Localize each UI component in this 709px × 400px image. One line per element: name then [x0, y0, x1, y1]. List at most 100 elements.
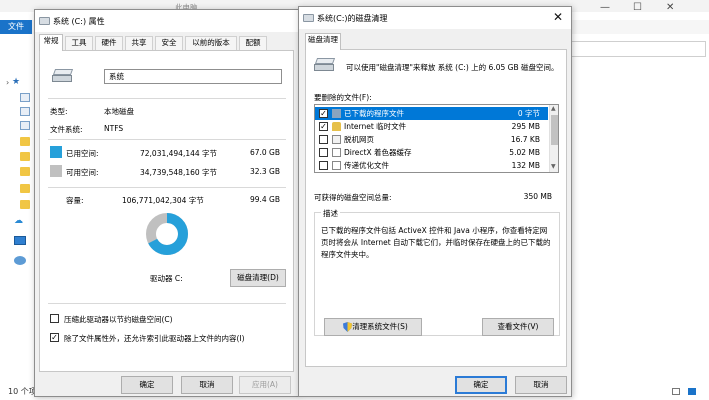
list-item[interactable]: ✓ 已下载的程序文件 0 字节 [315, 107, 548, 120]
cleanup-title: 系统(C:)的磁盘清理 [317, 14, 388, 23]
tab-disk-cleanup[interactable]: 磁盘清理 [305, 33, 341, 50]
view-files-button[interactable]: 查看文件(V) [482, 318, 554, 336]
details-view-icon[interactable] [672, 388, 680, 395]
used-space-swatch [50, 146, 62, 158]
tab-security[interactable]: 安全 [155, 36, 183, 50]
scroll-up-icon[interactable]: ▲ [551, 105, 556, 112]
cleanup-intro: 可以使用"磁盘清理"来释放 系统 (C:) 上的 6.05 GB 磁盘空间。 [346, 63, 559, 72]
network-icon[interactable] [14, 256, 26, 265]
index-checkbox[interactable]: ✓ [50, 333, 59, 342]
download-icon[interactable] [20, 107, 30, 116]
document-icon[interactable] [20, 121, 30, 130]
total-space-label: 可获得的磁盘空间总量: [314, 193, 392, 202]
navigation-pane: › ★ ☁ [0, 60, 38, 380]
description-legend: 描述 [321, 208, 340, 219]
used-space-bytes: 72,031,494,144 字节 [140, 149, 218, 158]
tab-hardware[interactable]: 硬件 [95, 36, 123, 50]
large-icons-view-icon[interactable] [688, 388, 696, 395]
folder-icon[interactable] [20, 152, 30, 161]
properties-titlebar[interactable]: 系统 (C:) 属性 [35, 10, 298, 32]
close-icon[interactable]: ✕ [666, 2, 674, 13]
list-item[interactable]: ✓ Internet 临时文件 295 MB [315, 120, 548, 133]
close-icon[interactable]: ✕ [553, 10, 563, 24]
divider [48, 187, 286, 188]
file-icon [332, 148, 341, 157]
file-size: 5.02 MB [509, 148, 540, 157]
file-checkbox[interactable]: ✓ [319, 122, 328, 131]
hard-drive-icon [314, 58, 336, 72]
file-checkbox[interactable] [319, 148, 328, 157]
ok-button[interactable]: 确定 [121, 376, 173, 394]
tab-previous-versions[interactable]: 以前的版本 [185, 36, 237, 50]
free-space-swatch [50, 165, 62, 177]
file-checkbox[interactable] [319, 161, 328, 170]
scrollbar-thumb[interactable] [551, 115, 558, 145]
this-pc-icon[interactable] [14, 236, 26, 245]
tab-tools[interactable]: 工具 [65, 36, 93, 50]
file-size: 0 字节 [517, 109, 540, 118]
clean-system-files-button[interactable]: 清理系统文件(S) [324, 318, 422, 336]
divider [48, 139, 286, 140]
properties-title: 系统 (C:) 属性 [53, 17, 105, 26]
folder-icon[interactable] [20, 167, 30, 176]
file-size: 295 MB [511, 122, 540, 131]
index-label[interactable]: 除了文件属性外，还允许索引此驱动器上文件的内容(I) [64, 333, 245, 344]
general-tab-panel: 系统 类型: 本地磁盘 文件系统: NTFS 已用空间: 72,031,494,… [39, 50, 294, 372]
file-menu-tab[interactable]: 文件 [0, 20, 32, 34]
hard-drive-icon [52, 69, 74, 83]
cleanup-titlebar[interactable]: 系统(C:)的磁盘清理 ✕ [299, 7, 571, 29]
tab-quota[interactable]: 配额 [239, 36, 267, 50]
file-size: 132 MB [511, 161, 540, 170]
tab-sharing[interactable]: 共享 [125, 36, 153, 50]
drive-letter-label: 驱动器 C: [150, 274, 183, 283]
apply-button[interactable]: 应用(A) [239, 376, 291, 394]
capacity-label: 容量: [66, 196, 84, 205]
minimize-icon[interactable]: — [600, 2, 610, 13]
filesystem-label: 文件系统: [50, 125, 83, 134]
file-checkbox[interactable]: ✓ [319, 109, 328, 118]
drive-icon [39, 17, 50, 25]
file-icon [332, 161, 341, 170]
divider [48, 303, 286, 304]
list-scrollbar[interactable]: ▲ ▼ [549, 105, 558, 172]
cancel-button[interactable]: 取消 [181, 376, 233, 394]
compress-checkbox[interactable] [50, 314, 59, 323]
star-icon[interactable]: ★ [12, 77, 20, 87]
file-name: DirectX 着色器缓存 [344, 148, 412, 157]
search-box[interactable] [571, 41, 706, 57]
folder-icon[interactable] [20, 184, 30, 193]
ok-button[interactable]: 确定 [455, 376, 507, 394]
maximize-icon[interactable]: ☐ [633, 2, 642, 13]
drive-name-input[interactable]: 系统 [104, 69, 282, 84]
drive-icon [303, 14, 314, 22]
disk-cleanup-button[interactable]: 磁盘清理(D) [230, 269, 286, 287]
compress-label[interactable]: 压缩此驱动器以节约磁盘空间(C) [64, 314, 173, 325]
total-space-value: 350 MB [523, 192, 552, 201]
used-space-gb: 67.0 GB [249, 148, 280, 157]
list-item[interactable]: 传递优化文件 132 MB [315, 159, 548, 172]
page-icon [332, 135, 341, 144]
scroll-down-icon[interactable]: ▼ [551, 163, 556, 170]
file-name: 脱机网页 [344, 135, 374, 144]
list-item[interactable]: 脱机网页 16.7 KB [315, 133, 548, 146]
list-item[interactable]: DirectX 着色器缓存 5.02 MB [315, 146, 548, 159]
shield-icon [343, 322, 352, 332]
folder-icon[interactable] [20, 200, 30, 209]
disk-cleanup-dialog: 系统(C:)的磁盘清理 ✕ 磁盘清理 可以使用"磁盘清理"来释放 系统 (C:)… [298, 6, 572, 397]
folder-icon[interactable] [20, 137, 30, 146]
folder-icon [332, 109, 341, 118]
file-checkbox[interactable] [319, 135, 328, 144]
desktop-icon[interactable] [20, 93, 30, 102]
free-space-gb: 32.3 GB [249, 167, 280, 176]
tab-general[interactable]: 常规 [39, 34, 63, 51]
cleanup-panel: 可以使用"磁盘清理"来释放 系统 (C:) 上的 6.05 GB 磁盘空间。 要… [305, 49, 567, 367]
chevron-right-icon[interactable]: › [6, 78, 9, 87]
file-name: Internet 临时文件 [344, 122, 407, 131]
files-to-delete-list[interactable]: ✓ 已下载的程序文件 0 字节 ✓ Internet 临时文件 295 MB 脱… [314, 104, 559, 173]
files-to-delete-label: 要删除的文件(F): [314, 93, 372, 102]
type-value: 本地磁盘 [104, 107, 134, 116]
drive-properties-dialog: 系统 (C:) 属性 常规 工具 硬件 共享 安全 以前的版本 配额 系统 类型… [34, 9, 299, 397]
capacity-gb: 99.4 GB [249, 195, 280, 204]
cancel-button[interactable]: 取消 [515, 376, 567, 394]
cloud-icon[interactable]: ☁ [14, 216, 23, 226]
